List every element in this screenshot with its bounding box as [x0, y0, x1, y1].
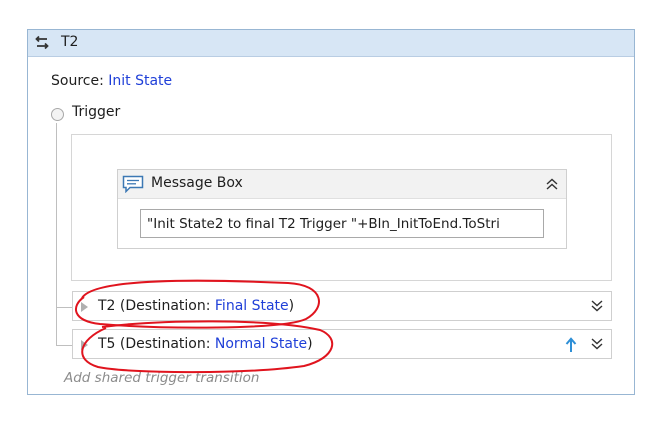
message-box-title: Message Box [151, 175, 243, 191]
transition-title: T2 [61, 34, 79, 50]
source-state-link[interactable]: Init State [108, 73, 172, 89]
transition-icon [35, 35, 49, 50]
tree-branch [56, 307, 73, 308]
tree-connector [56, 123, 57, 345]
transition-label: T5 (Destination: Normal State) [98, 336, 313, 352]
destination-prefix: (Destination: [115, 298, 215, 314]
collapse-up-icon[interactable] [544, 176, 560, 192]
expand-down-icon[interactable] [589, 298, 605, 314]
destination-suffix: ) [288, 298, 295, 314]
trigger-drop-area[interactable]: Message Box [71, 134, 612, 281]
tree-branch [56, 345, 73, 346]
transition-name: T5 [98, 336, 116, 352]
destination-link[interactable]: Normal State [215, 336, 307, 352]
transition-row-t5[interactable]: T5 (Destination: Normal State) [72, 329, 612, 359]
move-up-arrow-icon[interactable] [565, 337, 577, 353]
trigger-label: Trigger [72, 104, 121, 120]
expand-arrow-icon[interactable] [81, 340, 88, 350]
expand-arrow-icon[interactable] [81, 302, 88, 312]
message-box-icon [122, 175, 144, 193]
trigger-radio[interactable] [51, 108, 64, 121]
destination-suffix: ) [307, 336, 313, 352]
add-shared-trigger-transition[interactable]: Add shared trigger transition [64, 370, 259, 386]
transition-name: T2 [98, 298, 116, 314]
transition-header[interactable]: T2 [28, 30, 634, 57]
destination-prefix: (Destination: [115, 336, 215, 352]
source-label: Source: [51, 73, 109, 89]
message-box-header[interactable]: Message Box [118, 170, 566, 199]
transition-row-t2[interactable]: T2 (Destination: Final State) [72, 291, 612, 321]
destination-link[interactable]: Final State [215, 298, 289, 314]
expand-down-icon[interactable] [589, 336, 605, 352]
transition-designer: T2 Source: Init State Trigger Message Bo… [27, 29, 635, 395]
message-box-activity[interactable]: Message Box [117, 169, 567, 249]
message-text-input[interactable] [140, 209, 544, 238]
source-line: Source: Init State [51, 73, 172, 89]
transition-label: T2 (Destination: Final State) [98, 298, 294, 314]
